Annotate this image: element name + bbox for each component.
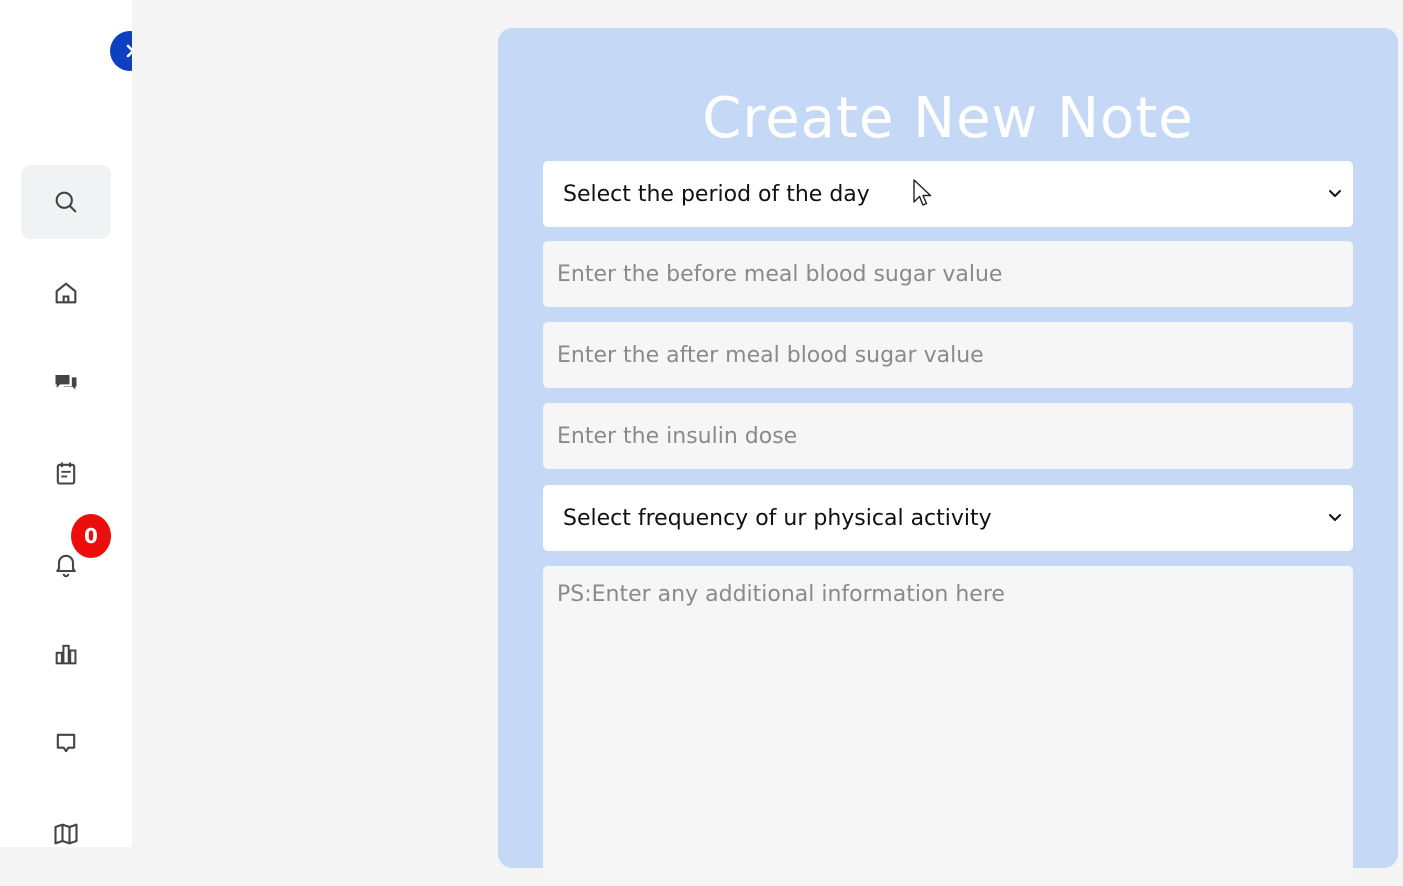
after-meal-sugar-placeholder: Enter the after meal blood sugar value xyxy=(557,342,984,368)
sidebar: 0 xyxy=(0,0,150,847)
notes-icon xyxy=(56,462,76,485)
after-meal-sugar-input[interactable]: Enter the after meal blood sugar value xyxy=(543,322,1353,388)
before-meal-sugar-placeholder: Enter the before meal blood sugar value xyxy=(557,261,1003,287)
period-of-day-select[interactable]: Select the period of the day xyxy=(543,161,1353,227)
sidebar-item-statistics[interactable] xyxy=(21,617,111,691)
search-icon xyxy=(55,191,77,213)
sidebar-item-home[interactable] xyxy=(21,256,111,330)
physical-activity-select[interactable]: Select frequency of ur physical activity xyxy=(543,485,1353,551)
additional-info-textarea[interactable]: PS:Enter any additional information here xyxy=(543,566,1353,886)
notification-badge: 0 xyxy=(71,514,111,558)
additional-info-placeholder: PS:Enter any additional information here xyxy=(557,582,1005,607)
physical-activity-label: Select frequency of ur physical activity xyxy=(563,505,992,531)
period-of-day-label: Select the period of the day xyxy=(563,181,870,207)
insulin-dose-input[interactable]: Enter the insulin dose xyxy=(543,403,1353,469)
bell-icon xyxy=(56,554,76,578)
sidebar-item-notes[interactable] xyxy=(21,436,111,510)
chart-icon xyxy=(55,644,77,665)
before-meal-sugar-input[interactable]: Enter the before meal blood sugar value xyxy=(543,241,1353,307)
create-note-card: Create New Note Select the period of the… xyxy=(498,28,1398,886)
sidebar-item-search[interactable] xyxy=(21,165,111,239)
home-icon xyxy=(55,282,77,304)
message-icon xyxy=(56,733,76,753)
page-title: Create New Note xyxy=(702,86,1194,151)
chevron-down-icon xyxy=(1329,514,1341,521)
sidebar-item-messages[interactable] xyxy=(21,706,111,780)
map-icon xyxy=(54,823,78,845)
sidebar-item-chat[interactable] xyxy=(21,345,111,419)
insulin-dose-placeholder: Enter the insulin dose xyxy=(557,423,798,449)
mouse-cursor-icon xyxy=(913,179,932,206)
chat-icon xyxy=(55,375,77,390)
sidebar-item-guide[interactable] xyxy=(21,797,111,871)
chevron-down-icon xyxy=(1329,190,1341,197)
